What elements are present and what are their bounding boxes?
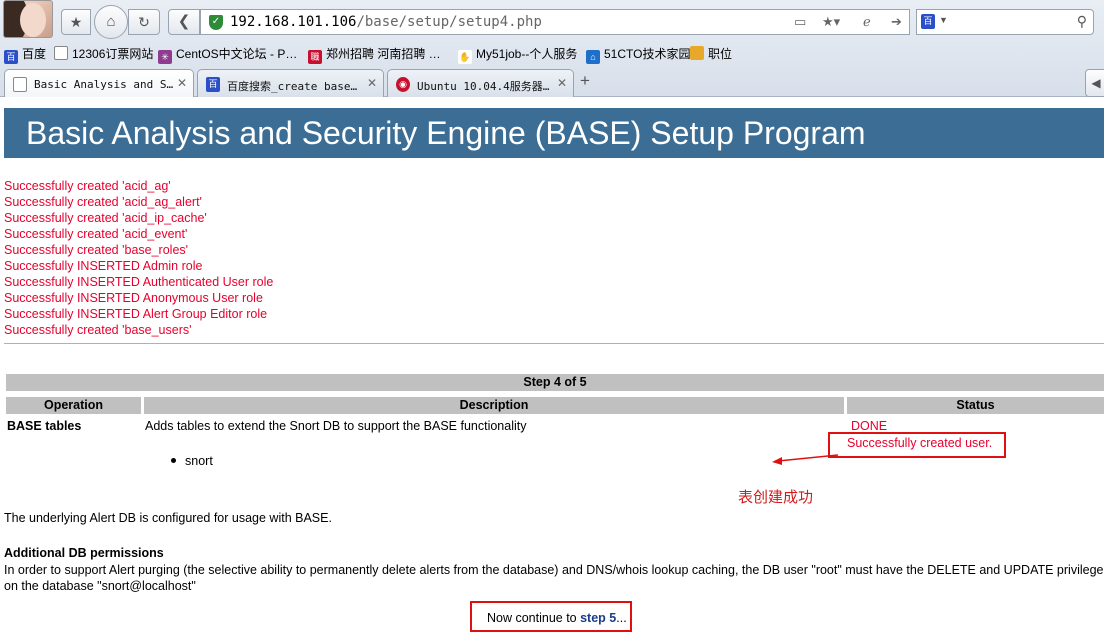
home-icon[interactable]: ⌂ xyxy=(94,5,128,39)
column-header-description: Description xyxy=(144,397,844,414)
bookmark-item[interactable]: ⌂ 51CTO技术家园 xyxy=(586,45,690,64)
job-site-icon: 職 xyxy=(308,50,322,64)
close-icon[interactable]: ✕ xyxy=(557,76,567,90)
message-line: Successfully INSERTED Anonymous User rol… xyxy=(4,291,263,305)
bookmark-item[interactable]: ✋ My51job--个人服务 xyxy=(458,45,577,64)
bookmark-item[interactable]: 12306订票网站 xyxy=(54,45,153,62)
bookmark-label: My51job--个人服务 xyxy=(476,47,578,61)
bookmark-label: 百度 xyxy=(22,47,47,61)
close-icon[interactable]: ✕ xyxy=(177,76,187,90)
permissions-text: In order to support Alert purging (the s… xyxy=(4,563,1104,593)
new-tab-plus-icon[interactable]: + xyxy=(580,71,590,91)
page-title: Basic Analysis and Security Engine (BASE… xyxy=(26,115,866,151)
favorites-add-icon[interactable]: ★▾ xyxy=(822,14,840,30)
bookmark-item[interactable]: 职位 xyxy=(690,45,732,62)
database-list: snort xyxy=(171,454,213,468)
annotation-label: 表创建成功 xyxy=(738,488,814,506)
status-done: DONE xyxy=(851,419,888,433)
page-icon xyxy=(54,46,68,60)
message-line: Successfully created 'acid_ag_alert' xyxy=(4,195,202,209)
continue-suffix: ... xyxy=(616,611,627,625)
bookmark-label: 12306订票网站 xyxy=(72,47,154,61)
status-highlight-box: Successfully created user. xyxy=(828,432,1006,458)
bookmark-item[interactable]: 百百度 xyxy=(4,45,46,64)
tab-title: 百度搜索_create base… xyxy=(227,80,358,93)
column-header-operation: Operation xyxy=(6,397,141,414)
tab-title: Ubuntu 10.04.4服务器… xyxy=(417,80,550,93)
close-icon[interactable]: ✕ xyxy=(367,76,377,90)
bookmark-item[interactable]: 職郑州招聘 河南招聘 … xyxy=(308,45,441,64)
tab-title: Basic Analysis and S… xyxy=(34,78,174,91)
step-indicator: Step 4 of 5 xyxy=(6,374,1104,391)
tab-strip: Basic Analysis and S… ✕ 百 百度搜索_create ba… xyxy=(0,66,1104,98)
database-item: snort xyxy=(185,454,213,468)
baidu-paw-icon: 百 xyxy=(206,77,220,92)
message-line: Successfully created 'acid_event' xyxy=(4,227,188,241)
annotation-arrow-icon xyxy=(772,454,839,465)
ubuntu-icon: ◉ xyxy=(396,77,410,92)
message-line: Successfully created 'acid_ip_cache' xyxy=(4,211,207,225)
folder-icon xyxy=(690,46,704,60)
bookmark-label: 职位 xyxy=(708,47,733,61)
bullet-icon xyxy=(171,458,176,463)
bookmarks-bar: 百百度 12306订票网站 ✳ CentOS中文论坛 - P… 職郑州招聘 河南招… xyxy=(0,42,1104,64)
tab-baidu-search[interactable]: 百 百度搜索_create base… ✕ xyxy=(197,69,384,97)
centos-icon: ✳ xyxy=(158,50,172,64)
message-line: Successfully created 'base_users' xyxy=(4,323,192,337)
status-user-created: Successfully created user. xyxy=(847,436,993,450)
page-banner: Basic Analysis and Security Engine (BASE… xyxy=(4,108,1104,158)
column-header-status: Status xyxy=(847,397,1104,414)
url-path: /base/setup/setup4.php xyxy=(356,14,542,30)
search-box[interactable]: 百 ▼ ⚲ xyxy=(916,9,1094,35)
message-line: Successfully created 'base_roles' xyxy=(4,243,189,257)
reload-icon[interactable]: ↻ xyxy=(128,9,160,35)
search-icon[interactable]: ⚲ xyxy=(1077,13,1087,30)
baidu-paw-icon[interactable]: 百 xyxy=(921,14,935,29)
back-arrow-icon[interactable]: ❮ xyxy=(168,9,200,35)
secure-shield-icon: ✓ xyxy=(209,15,223,30)
go-arrow-icon[interactable]: ➔ xyxy=(891,14,902,30)
message-line: Successfully created 'acid_ag' xyxy=(4,179,171,193)
continue-step5-link[interactable]: step 5 xyxy=(580,611,616,625)
ie-compat-icon[interactable]: ℯ xyxy=(863,14,871,30)
chevron-down-icon[interactable]: ▼ xyxy=(939,15,948,25)
bookmark-label: CentOS中文论坛 - P… xyxy=(176,47,298,61)
permissions-heading: Additional DB permissions xyxy=(4,546,164,560)
tab-ubuntu[interactable]: ◉ Ubuntu 10.04.4服务器… ✕ xyxy=(387,69,574,97)
continue-prefix: Now continue to xyxy=(487,611,581,625)
tab-base-setup[interactable]: Basic Analysis and S… ✕ xyxy=(4,69,194,98)
configured-notice: The underlying Alert DB is configured fo… xyxy=(4,511,332,525)
page-icon xyxy=(13,77,27,92)
bookmark-label: 郑州招聘 河南招聘 … xyxy=(326,47,441,61)
setup-messages: Successfully created 'acid_ag' Successfu… xyxy=(4,178,273,338)
url-text[interactable]: 192.168.101.106/base/setup/setup4.php xyxy=(230,14,542,30)
url-host: 192.168.101.106 xyxy=(230,14,357,30)
address-bar[interactable]: ✓ 192.168.101.106/base/setup/setup4.php … xyxy=(200,9,910,35)
message-line: Successfully INSERTED Authenticated User… xyxy=(4,275,274,289)
operation-cell: BASE tables xyxy=(7,419,82,433)
message-line: Successfully INSERTED Alert Group Editor… xyxy=(4,307,268,321)
bookmark-label: 51CTO技术家园 xyxy=(604,47,691,61)
description-cell: Adds tables to extend the Snort DB to su… xyxy=(145,419,527,433)
bookmark-item[interactable]: ✳ CentOS中文论坛 - P… xyxy=(158,45,297,64)
user-avatar[interactable] xyxy=(3,0,53,38)
hand-icon: ✋ xyxy=(458,50,472,64)
continue-text: Now continue to step 5... xyxy=(487,611,627,625)
browser-chrome: ★ ⌂ ↻ ❮ ✓ 192.168.101.106/base/setup/set… xyxy=(0,0,1104,98)
message-line: Successfully INSERTED Admin role xyxy=(4,259,203,273)
home-icon: ⌂ xyxy=(586,50,600,64)
block-popup-icon[interactable]: ▭ xyxy=(794,14,806,30)
continue-highlight-box: Now continue to step 5... xyxy=(470,601,632,632)
baidu-paw-icon: 百 xyxy=(4,50,18,64)
divider xyxy=(4,343,1104,344)
tab-scroll-left-icon[interactable]: ◀ xyxy=(1085,69,1104,97)
bookmark-star-icon[interactable]: ★ xyxy=(61,9,91,35)
page-content: Basic Analysis and Security Engine (BASE… xyxy=(0,97,1104,633)
